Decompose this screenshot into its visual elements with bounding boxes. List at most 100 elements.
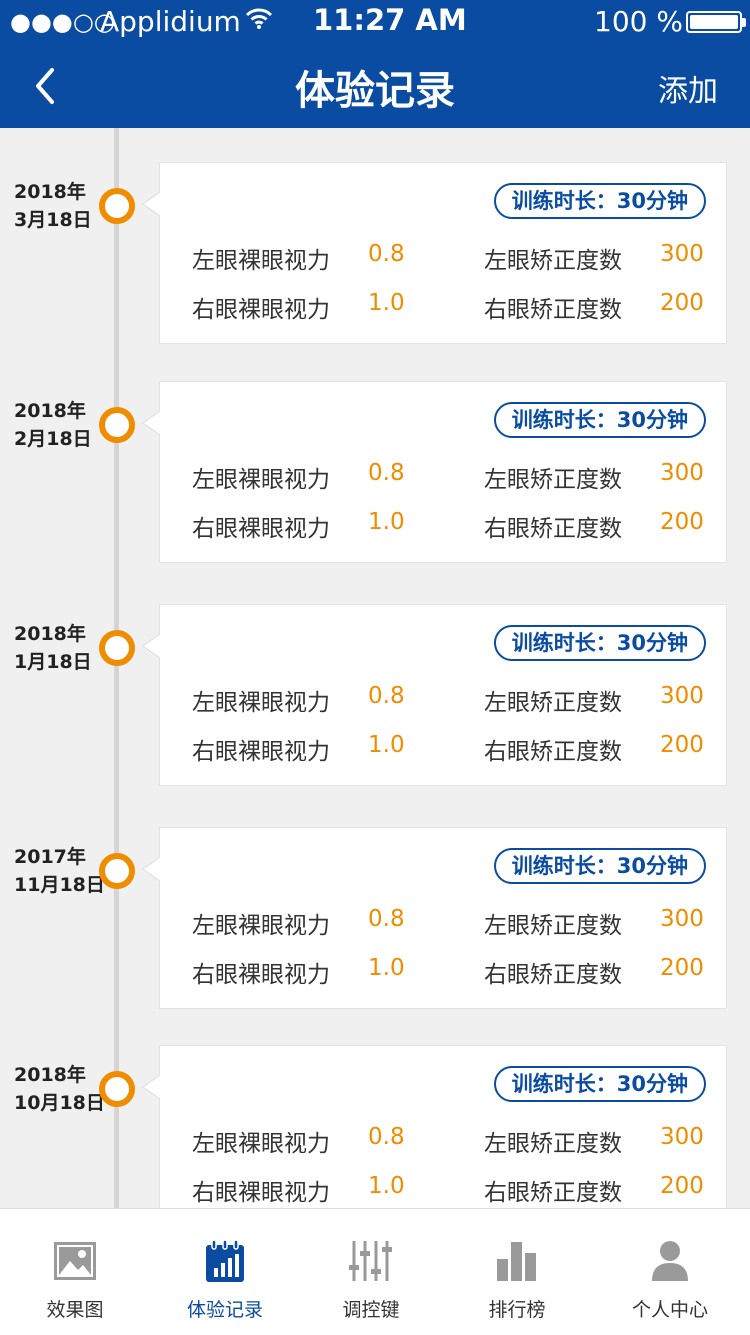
record-year: 2018年 [14,1064,86,1086]
left-naked-value: 0.8 [368,683,405,709]
right-correction-label: 右眼矫正度数 [484,962,622,988]
status-bar: ●●●○○ Applidium 11:27 AM 100 % [0,0,750,42]
record-card[interactable]: 训练时长：30分钟左眼裸眼视力 0.8 左眼矫正度数 300 右眼裸眼视力 1.0 右眼矫正… [142,162,727,344]
record-year: 2017年 [14,846,86,868]
record-day: 11月18日 [14,874,105,896]
timeline-dot [99,853,135,889]
right-naked-value: 1.0 [368,509,405,535]
training-duration-badge: 训练时长：30分钟 [493,402,706,438]
image-icon [54,1242,96,1280]
right-naked-label: 右眼裸眼视力 [192,962,330,988]
card-pointer [142,191,161,217]
left-naked-label: 左眼裸眼视力 [192,1131,330,1157]
left-correction-value: 300 [660,1124,704,1150]
right-correction-value: 200 [660,1173,704,1199]
tab-profile[interactable]: 个人中心 [595,1209,745,1335]
record-card[interactable]: 训练时长：30分钟 左眼裸眼视力 0.8 左眼矫正度数 300 右眼裸眼视力 1.0 右眼矫正… [142,827,727,1009]
right-correction-label: 右眼矫正度数 [484,297,622,323]
record-date: 2017年 11月18日 [14,843,105,899]
header: ●●●○○ Applidium 11:27 AM 100 % 体验记录 添加 [0,0,750,128]
record-year: 2018年 [14,623,86,645]
right-naked-value: 1.0 [368,955,405,981]
record-year: 2018年 [14,181,86,203]
record-card[interactable]: 训练时长：30分钟 左眼裸眼视力 0.8 左眼矫正度数 300 右眼裸眼视力 1.0 右眼矫正… [142,604,727,786]
right-naked-value: 1.0 [368,1173,405,1199]
left-correction-label: 左眼矫正度数 [484,913,622,939]
left-correction-label: 左眼矫正度数 [484,467,622,493]
tab-label: 个人中心 [631,1299,708,1321]
record-entry[interactable]: 2017年 11月18日 训练时长：30分钟 左眼裸眼视力 0.8 左眼矫正度数 300 右眼… [0,827,750,1011]
carrier-name: Applidium [100,5,241,38]
right-naked-label: 右眼裸眼视力 [192,1180,330,1206]
tab-label: 排行榜 [488,1299,546,1321]
record-entry[interactable]: 2018年 1月18日 训练时长：30分钟 左眼裸眼视力 0.8 左眼矫正度数 300 右眼裸… [0,604,750,788]
record-card[interactable]: 训练时长：30分钟 左眼裸眼视力 0.8 左眼矫正度数 300 右眼裸眼视力 1.0 右眼矫正… [142,381,727,563]
left-correction-value: 300 [660,460,704,486]
tab-ranking[interactable]: 排行榜 [442,1209,592,1335]
timeline-dot [99,407,135,443]
record-entry[interactable]: 2018年 3月18日 训练时长：30分钟左眼裸眼视力 0.8 左眼矫正度数 300 右眼裸… [0,162,750,346]
tab-label: 体验记录 [186,1299,263,1321]
record-day: 1月18日 [14,651,92,673]
battery-percent: 100 % [594,5,683,38]
right-naked-label: 右眼裸眼视力 [192,516,330,542]
battery-icon [686,11,746,33]
record-date: 2018年 3月18日 [14,178,92,234]
sliders-icon [349,1241,392,1281]
user-icon [652,1241,688,1281]
clock: 11:27 AM [313,3,467,37]
tab-controls[interactable]: 调控键 [296,1209,446,1335]
record-date: 2018年 10月18日 [14,1061,105,1117]
timeline-dot [99,1071,135,1107]
right-correction-value: 200 [660,509,704,535]
tab-label: 调控键 [342,1299,400,1321]
left-correction-label: 左眼矫正度数 [484,248,622,274]
right-naked-value: 1.0 [368,290,405,316]
calendar-chart-icon [206,1239,244,1282]
page-title: 体验记录 [295,68,455,114]
timeline-dot [99,630,135,666]
training-duration-badge: 训练时长：30分钟 [493,183,706,219]
left-naked-label: 左眼裸眼视力 [192,248,330,274]
card-pointer [142,1074,161,1100]
record-entry[interactable]: 2018年 2月18日 训练时长：30分钟 左眼裸眼视力 0.8 左眼矫正度数 300 右眼裸… [0,381,750,565]
record-card[interactable]: 训练时长：30分钟左眼裸眼视力 0.8 左眼矫正度数 300 右眼裸眼视力 1.0 右眼矫正… [142,1045,727,1208]
card-pointer [142,410,161,436]
left-correction-value: 300 [660,683,704,709]
add-button[interactable]: 添加 [658,66,718,110]
record-year: 2018年 [14,400,86,422]
tab-bar: 效果图 体验记录 调控键 排行榜 个人中心 [0,1208,750,1335]
right-correction-value: 200 [660,290,704,316]
right-correction-label: 右眼矫正度数 [484,516,622,542]
tab-effect[interactable]: 效果图 [0,1209,150,1335]
record-day: 3月18日 [14,209,92,231]
record-date: 2018年 1月18日 [14,620,92,676]
right-naked-label: 右眼裸眼视力 [192,297,330,323]
left-naked-label: 左眼裸眼视力 [192,690,330,716]
right-correction-label: 右眼矫正度数 [484,739,622,765]
right-correction-value: 200 [660,955,704,981]
left-correction-label: 左眼矫正度数 [484,1131,622,1157]
bar-chart-icon [497,1242,536,1281]
left-naked-value: 0.8 [368,460,405,486]
left-naked-label: 左眼裸眼视力 [192,913,330,939]
record-date: 2018年 2月18日 [14,397,92,453]
record-entry[interactable]: 2018年 10月18日 训练时长：30分钟左眼裸眼视力 0.8 左眼矫正度数 300 右眼… [0,1045,750,1208]
record-day: 10月18日 [14,1092,105,1114]
record-timeline[interactable]: 2018年 3月18日 训练时长：30分钟 左眼裸眼视力 0.8 左眼矫正度数 300 右眼裸… [0,128,750,1208]
training-duration-badge: 训练时长：30分钟 [493,625,706,661]
left-naked-value: 0.8 [368,1124,405,1150]
right-correction-label: 右眼矫正度数 [484,1180,622,1206]
left-correction-label: 左眼矫正度数 [484,690,622,716]
right-naked-value: 1.0 [368,732,405,758]
signal-indicator: ●●●○○ [10,8,115,36]
right-correction-value: 200 [660,732,704,758]
training-duration-badge: 训练时长：30分钟 [493,848,706,884]
left-naked-value: 0.8 [368,906,405,932]
tab-records[interactable]: 体验记录 [150,1209,300,1335]
card-pointer [142,633,161,659]
tab-label: 效果图 [46,1299,104,1321]
left-naked-value: 0.8 [368,241,405,267]
training-duration-badge: 训练时长：30分钟 [493,1066,706,1102]
left-correction-value: 300 [660,241,704,267]
